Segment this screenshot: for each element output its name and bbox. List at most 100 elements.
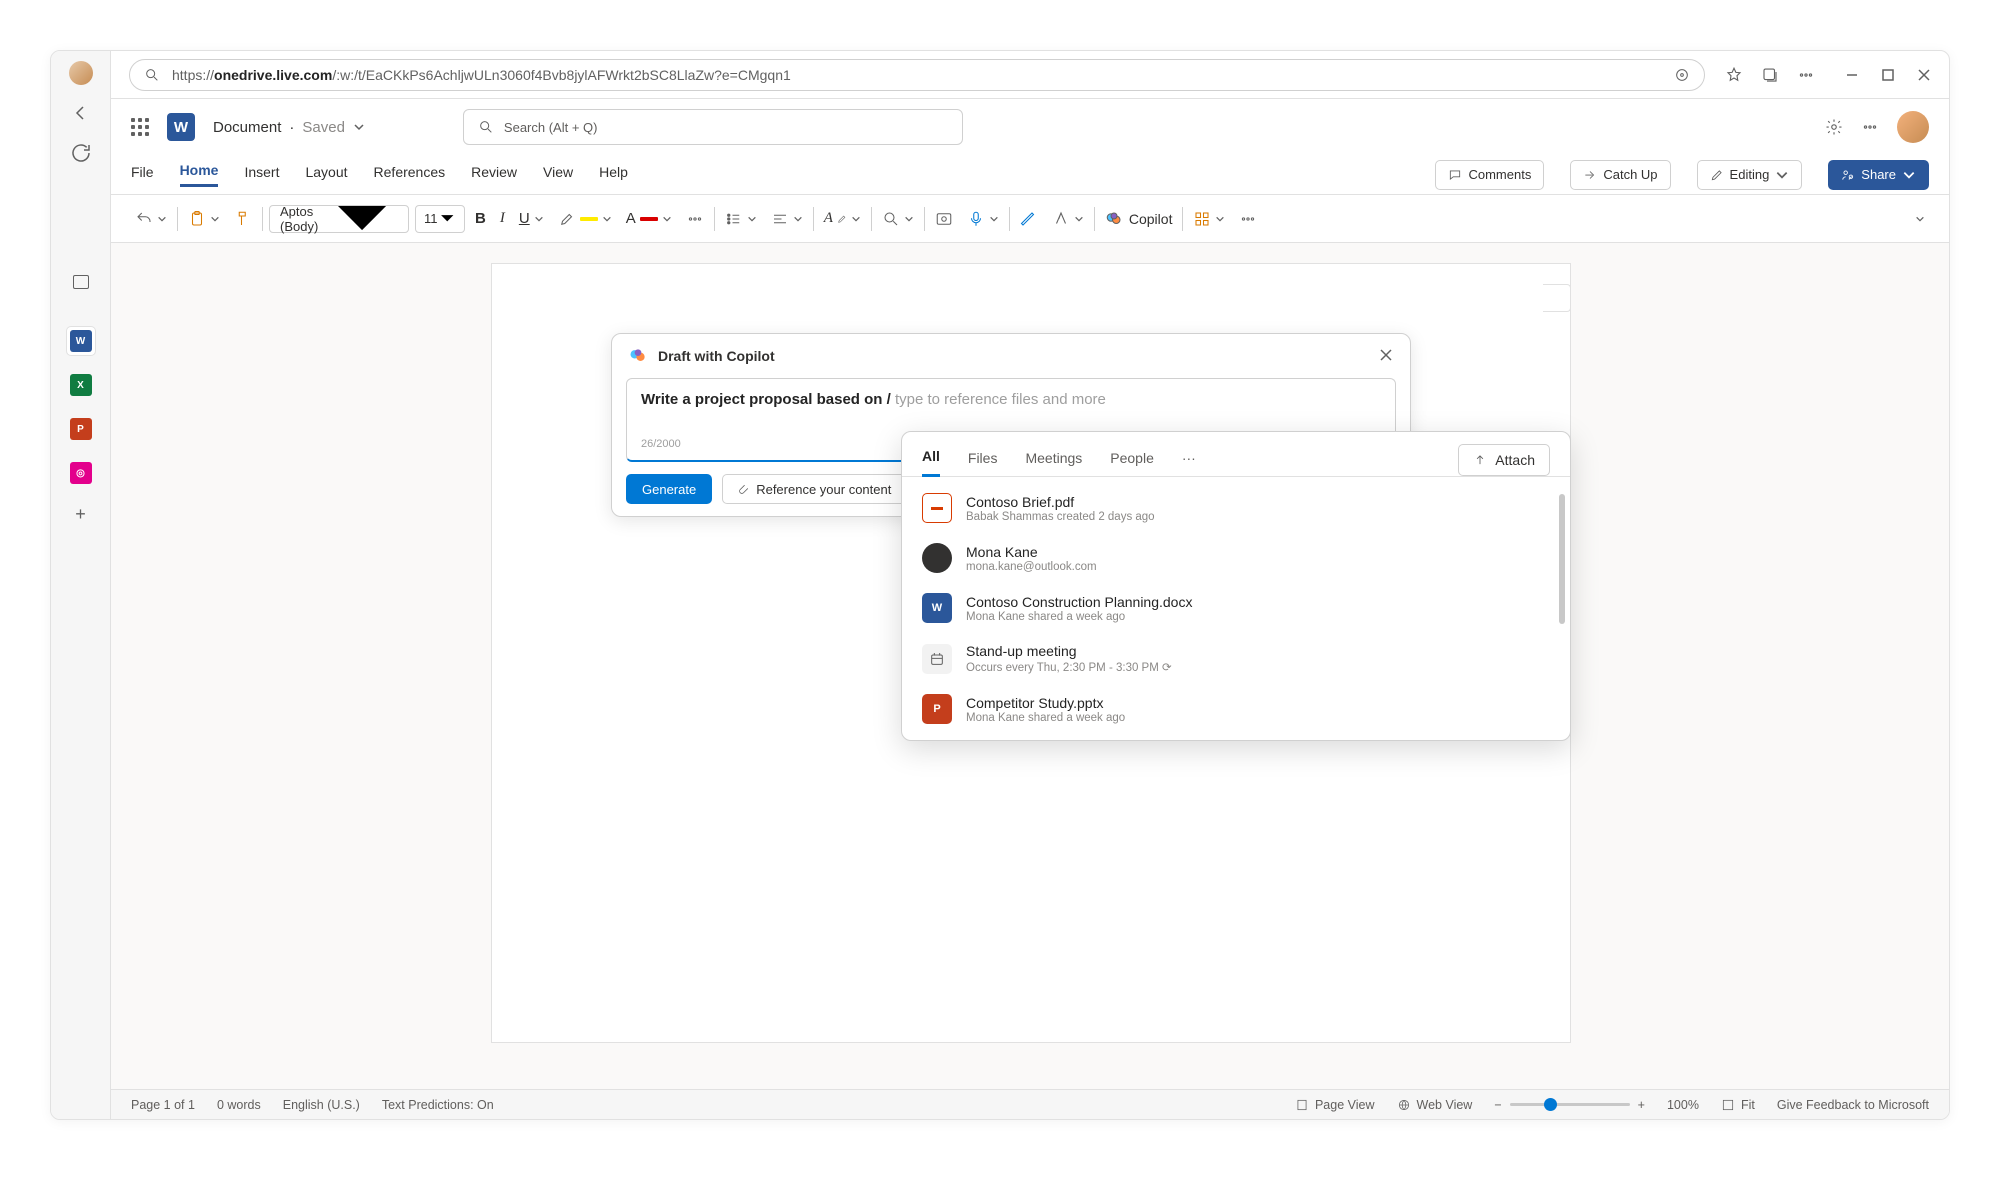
meeting-icon xyxy=(922,644,952,674)
dictate-button[interactable] xyxy=(963,204,1003,234)
reference-tab-all[interactable]: All xyxy=(922,442,940,477)
share-button[interactable]: Share xyxy=(1828,160,1929,190)
generate-button[interactable]: Generate xyxy=(626,474,712,504)
page-settings-icon[interactable] xyxy=(1674,67,1690,83)
catch-up-button[interactable]: Catch Up xyxy=(1570,160,1670,190)
chevron-down-icon xyxy=(353,121,365,133)
reference-tab-meetings[interactable]: Meetings xyxy=(1025,444,1082,476)
zoom-out-icon[interactable]: − xyxy=(1494,1098,1501,1112)
app-tab-powerpoint[interactable]: P xyxy=(67,415,95,443)
word-count[interactable]: 0 words xyxy=(217,1098,261,1112)
undo-button[interactable] xyxy=(131,204,171,234)
more-icon[interactable] xyxy=(1797,66,1815,84)
attach-button[interactable]: Attach xyxy=(1458,444,1550,476)
underline-button[interactable]: U xyxy=(515,204,548,234)
settings-icon[interactable] xyxy=(1825,118,1843,136)
ribbon-more-icon[interactable] xyxy=(1235,204,1261,234)
profile-avatar-small[interactable] xyxy=(69,61,93,85)
tab-help[interactable]: Help xyxy=(599,164,628,186)
window-maximize-icon[interactable] xyxy=(1881,68,1895,82)
document-title[interactable]: Document · Saved xyxy=(213,119,365,136)
comments-button[interactable]: Comments xyxy=(1435,160,1544,190)
zoom-in-icon[interactable]: + xyxy=(1638,1098,1645,1112)
browser-chrome: https://onedrive.live.com/:w:/t/EaCKkPs6… xyxy=(111,51,1949,99)
highlight-button[interactable] xyxy=(554,204,616,234)
reference-item[interactable]: P Competitor Study.pptxMona Kane shared … xyxy=(902,684,1570,734)
app-tab-excel[interactable]: X xyxy=(67,371,95,399)
copilot-ribbon-button[interactable]: Copilot xyxy=(1101,204,1177,234)
screenshot-button[interactable] xyxy=(931,204,957,234)
status-bar: Page 1 of 1 0 words English (U.S.) Text … xyxy=(111,1089,1949,1119)
reference-items-list: Contoso Brief.pdfBabak Shammas created 2… xyxy=(902,477,1570,740)
tab-layout[interactable]: Layout xyxy=(305,164,347,186)
app-window: W X P ◎ + https://onedrive.live.com/:w:/… xyxy=(50,50,1950,1120)
scrollbar[interactable] xyxy=(1558,486,1566,732)
address-bar[interactable]: https://onedrive.live.com/:w:/t/EaCKkPs6… xyxy=(129,59,1705,91)
editing-mode-button[interactable]: Editing xyxy=(1697,160,1803,190)
user-avatar[interactable] xyxy=(1897,111,1929,143)
favorites-icon[interactable] xyxy=(1725,66,1743,84)
zoom-level[interactable]: 100% xyxy=(1667,1098,1699,1112)
reference-content-button[interactable]: Reference your content xyxy=(722,474,906,504)
font-size-select[interactable]: 11 xyxy=(415,205,465,233)
reference-item-title: Competitor Study.pptx xyxy=(966,695,1125,711)
reference-item[interactable]: W Contoso Construction Planning.docxMona… xyxy=(902,583,1570,633)
feedback-link[interactable]: Give Feedback to Microsoft xyxy=(1777,1098,1929,1112)
reference-item[interactable]: Mona Kanemona.kane@outlook.com xyxy=(902,533,1570,583)
new-tab-button[interactable]: + xyxy=(70,503,92,525)
search-input[interactable]: Search (Alt + Q) xyxy=(463,109,963,145)
text-predictions-indicator[interactable]: Text Predictions: On xyxy=(382,1098,494,1112)
doc-name: Document xyxy=(213,119,281,136)
fit-button[interactable]: Fit xyxy=(1721,1098,1755,1112)
format-painter-button[interactable] xyxy=(230,204,256,234)
tab-insert[interactable]: Insert xyxy=(244,164,279,186)
back-icon[interactable] xyxy=(69,101,93,125)
reference-item[interactable]: Stand-up meetingOccurs every Thu, 2:30 P… xyxy=(902,633,1570,684)
pdf-file-icon xyxy=(922,493,952,523)
styles-button[interactable]: A xyxy=(820,204,865,234)
app-launcher-icon[interactable] xyxy=(131,118,149,136)
reference-tab-people[interactable]: People xyxy=(1110,444,1154,476)
window-minimize-icon[interactable] xyxy=(1845,68,1859,82)
tab-home[interactable]: Home xyxy=(180,162,219,187)
app-tab-word[interactable]: W xyxy=(67,327,95,355)
font-color-button[interactable]: A xyxy=(622,204,676,234)
word-logo-icon: W xyxy=(167,113,195,141)
refresh-icon[interactable] xyxy=(69,141,93,165)
copilot-logo-icon xyxy=(1105,210,1123,228)
collapse-ribbon-button[interactable] xyxy=(1911,204,1929,234)
align-button[interactable] xyxy=(767,204,807,234)
designer-button[interactable] xyxy=(1048,204,1088,234)
side-pane-tab[interactable] xyxy=(1543,284,1571,312)
tab-references[interactable]: References xyxy=(374,164,446,186)
tab-strip-icon[interactable] xyxy=(73,275,89,289)
tab-review[interactable]: Review xyxy=(471,164,517,186)
find-button[interactable] xyxy=(878,204,918,234)
reference-tab-files[interactable]: Files xyxy=(968,444,998,476)
italic-button[interactable]: I xyxy=(496,204,509,234)
language-indicator[interactable]: English (U.S.) xyxy=(283,1098,360,1112)
tiles-button[interactable] xyxy=(1189,204,1229,234)
editor-button[interactable] xyxy=(1016,204,1042,234)
tab-view[interactable]: View xyxy=(543,164,573,186)
zoom-slider[interactable]: − + xyxy=(1494,1098,1645,1112)
reference-item[interactable]: Contoso Brief.pdfBabak Shammas created 2… xyxy=(902,483,1570,533)
reference-item-subtitle: mona.kane@outlook.com xyxy=(966,561,1097,573)
document-canvas[interactable]: Draft with Copilot Write a project propo… xyxy=(111,243,1949,1119)
web-view-button[interactable]: Web View xyxy=(1397,1098,1473,1112)
font-more-icon[interactable] xyxy=(682,204,708,234)
paste-button[interactable] xyxy=(184,204,224,234)
reference-picker-flyout: All Files Meetings People ··· Attach Con… xyxy=(901,431,1571,741)
close-button[interactable] xyxy=(1378,347,1394,366)
collections-icon[interactable] xyxy=(1761,66,1779,84)
tab-file[interactable]: File xyxy=(131,164,154,186)
page-view-button[interactable]: Page View xyxy=(1295,1098,1375,1112)
font-name-select[interactable]: Aptos (Body) xyxy=(269,205,409,233)
page-indicator[interactable]: Page 1 of 1 xyxy=(131,1098,195,1112)
window-close-icon[interactable] xyxy=(1917,68,1931,82)
bullets-button[interactable] xyxy=(721,204,761,234)
more-options-icon[interactable] xyxy=(1861,118,1879,136)
bold-button[interactable]: B xyxy=(471,204,490,234)
reference-tab-more-icon[interactable]: ··· xyxy=(1182,444,1196,476)
app-tab-other[interactable]: ◎ xyxy=(67,459,95,487)
